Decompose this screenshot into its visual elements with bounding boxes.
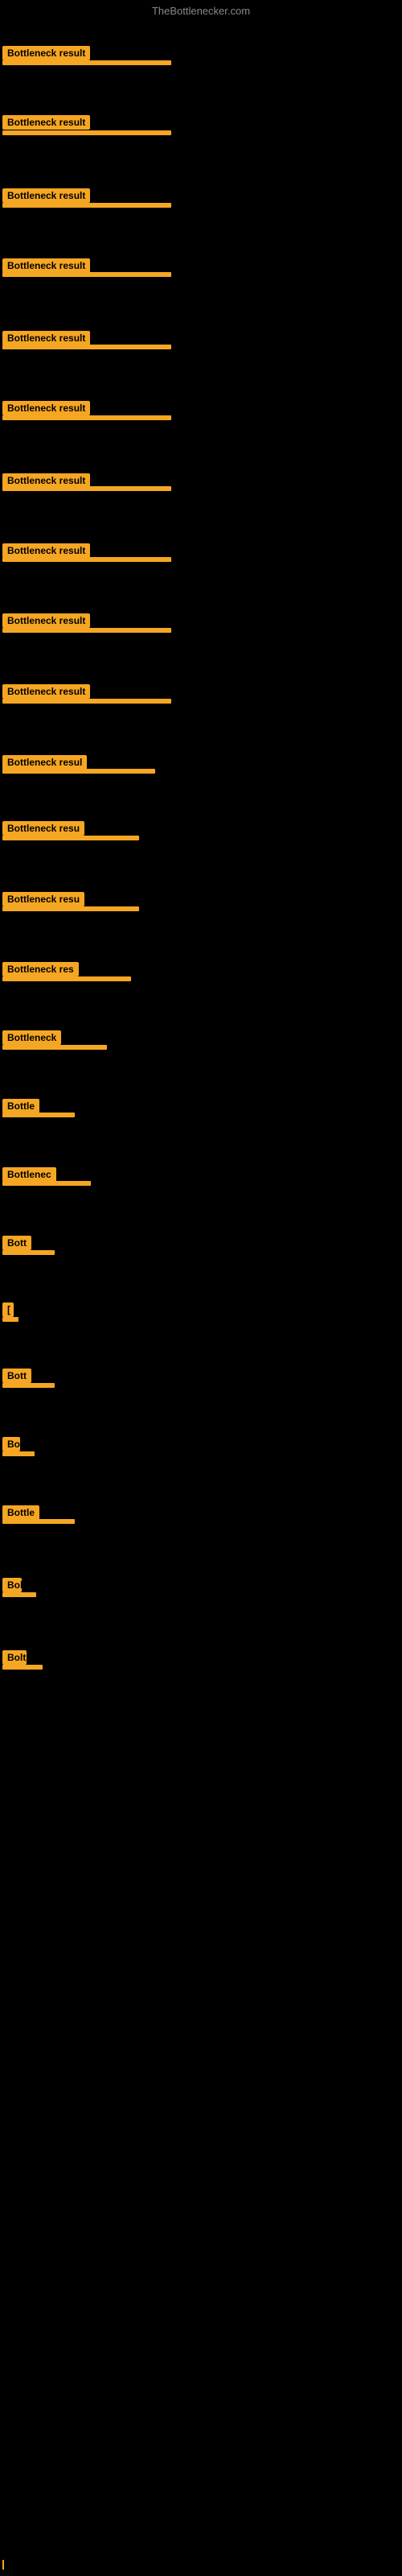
- result-bar-12: [2, 836, 139, 840]
- result-bar-17: [2, 1181, 91, 1186]
- bottleneck-badge-9: Bottleneck result: [2, 613, 90, 628]
- bottleneck-badge-11: Bottleneck resul: [2, 755, 87, 770]
- bottleneck-badge-8: Bottleneck result: [2, 543, 90, 558]
- bottleneck-badge-20: Bott: [2, 1368, 31, 1383]
- bottleneck-badge-3: Bottleneck result: [2, 188, 90, 203]
- result-bar-19: [2, 1317, 18, 1322]
- bottleneck-badge-15: Bottleneck: [2, 1030, 61, 1045]
- bottleneck-badge-2: Bottleneck result: [2, 115, 90, 130]
- result-bar-1: [2, 60, 171, 65]
- bottleneck-badge-5: Bottleneck result: [2, 331, 90, 345]
- bottleneck-badge-23: Bol: [2, 1578, 22, 1592]
- bottleneck-badge-16: Bottle: [2, 1099, 39, 1113]
- result-bar-14: [2, 976, 131, 981]
- result-bar-5: [2, 345, 171, 349]
- result-bar-16: [2, 1113, 75, 1117]
- bottleneck-badge-13: Bottleneck resu: [2, 892, 84, 906]
- bottleneck-badge-24: Bolt: [2, 1650, 27, 1665]
- result-bar-2: [2, 130, 171, 135]
- result-bar-24: [2, 1665, 43, 1670]
- bottleneck-badge-17: Bottlenec: [2, 1167, 56, 1182]
- result-bar-9: [2, 628, 171, 633]
- bottleneck-badge-1: Bottleneck result: [2, 46, 90, 60]
- vertical-bar: [2, 2560, 4, 2570]
- result-bar-18: [2, 1250, 55, 1255]
- result-bar-22: [2, 1519, 75, 1524]
- bottleneck-badge-4: Bottleneck result: [2, 258, 90, 273]
- bottleneck-badge-12: Bottleneck resu: [2, 821, 84, 836]
- result-bar-3: [2, 203, 171, 208]
- result-bar-4: [2, 272, 171, 277]
- result-bar-11: [2, 769, 155, 774]
- result-bar-20: [2, 1383, 55, 1388]
- bottleneck-badge-22: Bottle: [2, 1505, 39, 1520]
- bottleneck-badge-19: [: [2, 1302, 14, 1317]
- bottleneck-badge-6: Bottleneck result: [2, 401, 90, 415]
- result-bar-15: [2, 1045, 107, 1050]
- bottleneck-badge-14: Bottleneck res: [2, 962, 79, 976]
- bottleneck-badge-18: Bott: [2, 1236, 31, 1250]
- result-bar-21: [2, 1451, 35, 1456]
- result-bar-6: [2, 415, 171, 420]
- result-bar-23: [2, 1592, 36, 1597]
- site-title: TheBottlenecker.com: [0, 5, 402, 17]
- result-bar-13: [2, 906, 139, 911]
- result-bar-8: [2, 557, 171, 562]
- bottleneck-badge-10: Bottleneck result: [2, 684, 90, 699]
- bottleneck-badge-21: Bo: [2, 1437, 20, 1451]
- result-bar-10: [2, 699, 171, 704]
- result-bar-7: [2, 486, 171, 491]
